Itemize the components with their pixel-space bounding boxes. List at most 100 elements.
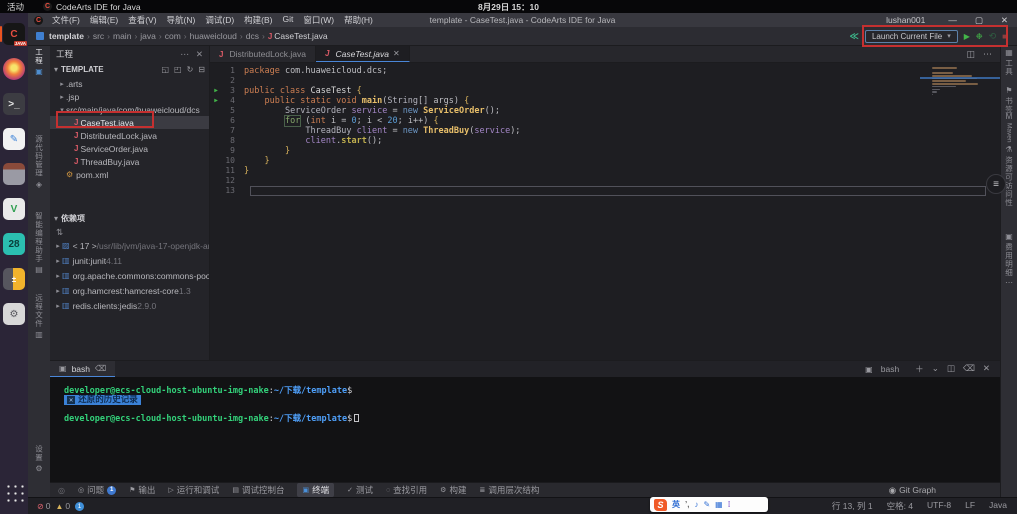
run-button[interactable]: ▶ <box>964 32 970 41</box>
code-line-6[interactable]: 6 for (int i = 0; i < 20; i++) { <box>210 116 1000 126</box>
ime-item-0[interactable]: 英 <box>672 499 680 510</box>
dependency-< 17 >[interactable]: ▸▨< 17 > /usr/lib/jvm/java-17-openjdk-am… <box>50 238 209 253</box>
panel-tab-调用层次结构[interactable]: ≣调用层次结构 <box>479 483 539 497</box>
dependency-redis.clients:jedis[interactable]: ▸▥redis.clients:jedis 2.9.0 <box>50 298 209 313</box>
panel-tab-运行和调试[interactable]: ▷运行和调试 <box>168 483 219 497</box>
dock-item-calendar[interactable]: 28 <box>0 230 28 258</box>
panel-manage-icon[interactable]: ◎ <box>58 486 65 495</box>
left-activity-智能编程助手[interactable]: 智能编程助手▤ <box>28 212 50 274</box>
code-line-1[interactable]: 1package com.huaweicloud.dcs; <box>210 66 1000 76</box>
dependency-org.hamcrest:hamcrest-core[interactable]: ▸▥org.hamcrest:hamcrest-core 1.3 <box>50 283 209 298</box>
dock-item-calculator[interactable]: ± <box>0 265 28 293</box>
status-cursor-position[interactable]: 行 13, 列 1 <box>832 500 873 512</box>
left-activity-设置[interactable]: 设置⚙ <box>28 445 50 473</box>
explorer-close-icon[interactable]: ✕ <box>196 49 203 60</box>
panel-tab-终端[interactable]: ▣终端 <box>297 483 334 497</box>
dock-item-text-editor[interactable]: ✎ <box>0 125 28 153</box>
tree-item-src/main/java/com/huaweicloud/dcs[interactable]: ▾src/main/java/com/huaweicloud/dcs <box>50 103 209 116</box>
panel-tab-构建[interactable]: ⚙构建 <box>440 483 466 497</box>
left-activity-源代码管理[interactable]: 源代码管理◈ <box>28 135 50 189</box>
git-graph-button[interactable]: ◉ Git Graph <box>889 485 936 496</box>
terminal-dropdown-icon[interactable]: ⌄ <box>932 363 939 375</box>
breadcrumb-item-src[interactable]: src <box>93 31 104 41</box>
panel-tab-调试控制台[interactable]: ▤调试控制台 <box>232 483 284 497</box>
run-gutter-icon[interactable]: ▶ <box>210 86 222 96</box>
close-panel-icon[interactable]: ✕ <box>983 363 990 375</box>
tree-item-CaseTest.java[interactable]: JCaseTest.java <box>50 116 209 129</box>
code-line-11[interactable]: 11} <box>210 166 1000 176</box>
hamburger-menu-button[interactable]: ≡ <box>986 174 1006 194</box>
deps-chevron-icon[interactable]: ▾ <box>54 214 58 223</box>
menu-7[interactable]: 窗口(W) <box>298 14 339 26</box>
new-file-icon[interactable]: ◱ <box>161 65 169 74</box>
code-line-5[interactable]: 5 ServiceOrder service = new ServiceOrde… <box>210 106 1000 116</box>
dock-item-app-grid[interactable] <box>0 478 28 506</box>
close-button[interactable]: ✕ <box>992 15 1017 26</box>
menu-1[interactable]: 编辑(E) <box>85 14 123 26</box>
ime-item-3[interactable]: ✎ <box>703 500 710 509</box>
terminal-tab-bash[interactable]: ▣ bash ⌫ <box>50 361 115 377</box>
stop-button[interactable]: ■ <box>1002 32 1007 41</box>
minimize-button[interactable]: — <box>939 15 966 25</box>
right-activity-书签[interactable]: ⚑书签 <box>1001 86 1017 114</box>
left-activity-工程[interactable]: 工程▣ <box>28 48 50 76</box>
project-section-title[interactable]: TEMPLATE <box>61 65 104 74</box>
breadcrumb[interactable]: template›src›main›java›com›huaweicloud›d… <box>49 31 328 41</box>
run-gutter-icon[interactable]: ▶ <box>210 96 222 106</box>
tree-item-pom.xml[interactable]: ⚙pom.xml <box>50 168 209 181</box>
code-line-10[interactable]: 10 } <box>210 156 1000 166</box>
user-account-label[interactable]: lushan001 <box>886 15 925 25</box>
code-line-8[interactable]: 8 client.start(); <box>210 136 1000 146</box>
menu-5[interactable]: 构建(B) <box>239 14 277 26</box>
warnings-icon[interactable]: ▲ <box>55 502 63 511</box>
split-editor-icon[interactable]: ◫ <box>966 49 975 60</box>
trash-icon[interactable]: ⌫ <box>95 364 106 373</box>
breadcrumb-item-dcs[interactable]: dcs <box>246 31 259 41</box>
debug-button[interactable]: ❉ <box>976 32 983 41</box>
explorer-more-icon[interactable]: ⋯ <box>180 49 189 60</box>
code-line-4[interactable]: ▶4 public static void main(String[] args… <box>210 96 1000 106</box>
right-activity-工具[interactable]: ▦工具 <box>1001 48 1017 76</box>
launch-config-dropdown[interactable]: Launch Current File ▾ <box>865 30 958 43</box>
panel-tab-测试[interactable]: ✓测试 <box>347 483 373 497</box>
sogou-logo-icon[interactable]: S <box>654 499 667 511</box>
tree-item-.arts[interactable]: ▸.arts <box>50 77 209 90</box>
right-activity-Maven[interactable]: MMaven <box>1001 112 1017 143</box>
tree-item-ServiceOrder.java[interactable]: JServiceOrder.java <box>50 142 209 155</box>
dock-item-terminal-app[interactable]: >_ <box>0 90 28 118</box>
maximize-button[interactable]: ▢ <box>966 15 992 26</box>
errors-icon[interactable]: ⊘ <box>37 502 44 511</box>
code-line-12[interactable]: 12 <box>210 176 1000 186</box>
collapse-arrows-icon[interactable]: ≪ <box>850 31 859 42</box>
ime-item-4[interactable]: ▦ <box>715 500 723 509</box>
breadcrumb-item-huaweicloud[interactable]: huaweicloud <box>190 31 237 41</box>
menu-8[interactable]: 帮助(H) <box>339 14 378 26</box>
more-actions-icon[interactable]: ⋯ <box>983 49 992 60</box>
sogou-ime-bar[interactable]: S 英’,♪✎▦⁞ <box>650 497 768 512</box>
new-terminal-icon[interactable]: ＋ <box>915 363 924 375</box>
restart-button[interactable]: ⟲ <box>989 31 997 42</box>
warnings-count[interactable]: 0 <box>65 501 70 511</box>
tab-close-icon[interactable]: ✕ <box>393 49 400 58</box>
tree-item-DistributedLock.java[interactable]: JDistributedLock.java <box>50 129 209 142</box>
panel-tab-查找引用[interactable]: ◌查找引用 <box>386 483 427 497</box>
status-language-mode[interactable]: Java <box>989 500 1007 512</box>
breadcrumb-file[interactable]: CaseTest.java <box>274 31 327 41</box>
breadcrumb-item-java[interactable]: java <box>140 31 156 41</box>
code-line-13[interactable]: 13 <box>210 186 1000 196</box>
editor-tab-CaseTest.java[interactable]: JCaseTest.java✕ <box>316 46 410 62</box>
errors-count[interactable]: 0 <box>46 501 51 511</box>
section-chevron-icon[interactable]: ▾ <box>54 65 58 74</box>
menu-6[interactable]: Git <box>278 14 299 26</box>
activities-button[interactable]: 活动 <box>0 1 31 13</box>
restored-history-chip[interactable]: ✕还原的历史记录 <box>64 395 141 405</box>
dependency-junit:junit[interactable]: ▸▥junit:junit 4.11 <box>50 253 209 268</box>
dock-item-gvim[interactable]: V <box>0 195 28 223</box>
breadcrumb-item-main[interactable]: main <box>113 31 131 41</box>
menu-0[interactable]: 文件(F) <box>47 14 85 26</box>
right-activity-more[interactable]: ⋯ <box>1001 278 1017 287</box>
code-line-7[interactable]: 7 ThreadBuy client = new ThreadBuy(servi… <box>210 126 1000 136</box>
terminal-output[interactable]: developer@ecs-cloud-host-ubuntu-img-nake… <box>50 377 1000 482</box>
kill-terminal-icon[interactable]: ⌫ <box>963 363 975 375</box>
tree-item-.jsp[interactable]: ▸.jsp <box>50 90 209 103</box>
